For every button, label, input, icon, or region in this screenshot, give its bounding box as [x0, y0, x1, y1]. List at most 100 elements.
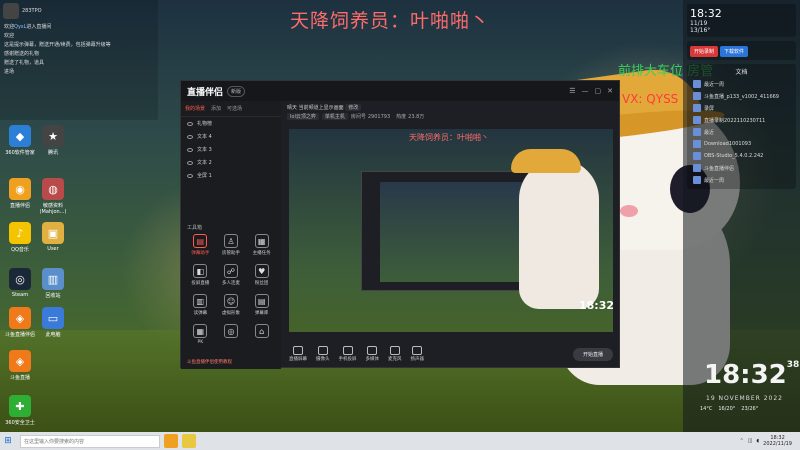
taskbar-app-icon[interactable]	[182, 434, 196, 448]
file-icon	[693, 80, 701, 88]
tray-volume-icon[interactable]: ◖	[757, 438, 760, 444]
desktop-icon[interactable]: ▭ 此电脑	[36, 307, 70, 338]
tool-button[interactable]: ◎	[216, 324, 247, 345]
file-item[interactable]: 最近一周	[690, 174, 793, 186]
taskbar-clock[interactable]: 18:32 2022/11/19	[763, 435, 792, 447]
control-button[interactable]: 手机投屏	[339, 346, 357, 362]
tool-button[interactable]: ☺ 虚拟形象	[216, 294, 247, 316]
scene-layer[interactable]: 礼物榜	[181, 117, 281, 130]
taskbar-search-input[interactable]: 在这里输入你要搜索的内容	[20, 434, 160, 448]
tool-button[interactable]: ⌂	[246, 324, 277, 345]
control-button[interactable]: 多媒体	[365, 346, 380, 362]
stat-label: 房间号	[350, 114, 366, 120]
windows-start-icon[interactable]: ⊞	[0, 433, 16, 449]
file-icon	[693, 140, 701, 148]
file-item[interactable]: 录屏	[690, 102, 793, 114]
control-button[interactable]: 麦克风	[388, 346, 402, 362]
stream-preview[interactable]: 天降饲养员：叶啪啪丶 18:32	[289, 129, 613, 332]
control-label: 直播屏幕	[289, 357, 307, 362]
category-tag[interactable]: lol云顶之弈	[287, 113, 319, 120]
tray-chevron-icon[interactable]: ⌃	[740, 438, 744, 444]
tool-button[interactable]: ☍ 多人连麦	[216, 264, 247, 286]
file-item[interactable]: 斗鱼直播_p133_v1002_411669	[690, 90, 793, 102]
scene-layer[interactable]: 全屏 1	[181, 169, 281, 182]
file-name: 直播录制2022110230711	[704, 117, 766, 124]
control-bar: 直播屏幕 摄像头 手机投屏 多媒体 麦克风 扬声器 开始直播	[281, 339, 621, 369]
file-item[interactable]: 直播录制2022110230711	[690, 114, 793, 126]
secondary-action-button[interactable]: 下载软件	[719, 46, 748, 57]
file-icon	[693, 152, 701, 160]
primary-action-button[interactable]: 开始录制	[690, 46, 719, 57]
tool-button[interactable]: ♙ 房管助手	[216, 234, 247, 256]
eye-icon[interactable]	[187, 160, 193, 165]
control-icon	[293, 346, 303, 355]
go-live-button[interactable]: 开始直播	[572, 347, 613, 361]
desktop-icon[interactable]: ◉ 直播伴侣	[3, 178, 37, 209]
control-label: 多媒体	[365, 357, 380, 362]
desktop-icon[interactable]: ♪ QQ音乐	[3, 222, 37, 253]
minimize-icon[interactable]: —	[582, 87, 589, 95]
file-item[interactable]: 斗鱼直播伴侣	[690, 162, 793, 174]
file-name: 斗鱼直播_p133_v1002_411669	[704, 93, 779, 100]
file-name: Download1001093	[704, 141, 752, 147]
desktop-icon[interactable]: ◆ 360软件管家	[3, 125, 37, 156]
tool-button[interactable]: ▤ 弹幕助手	[185, 234, 216, 256]
version-badge[interactable]: 新版	[227, 85, 246, 97]
desktop-icon[interactable]: ▥ 回收站	[36, 268, 70, 299]
desktop-icon[interactable]: ◈ 斗鱼直播	[3, 350, 37, 381]
menu-icon[interactable]: ☰	[569, 87, 575, 95]
tray-network-icon[interactable]: ◫	[748, 438, 753, 444]
desktop-icon[interactable]: ◈ 斗鱼直播伴侣	[3, 307, 37, 338]
chat-line-text: 这是提示弹幕，赠送开通/续费，包括弹幕升级等	[4, 42, 111, 48]
tool-button[interactable]: ♥ 粉丝团	[246, 264, 277, 286]
scene-layer[interactable]: 文本 2	[181, 156, 281, 169]
edit-button[interactable]: 修改	[345, 104, 362, 111]
vx-watermark: VX: QYSS	[622, 92, 679, 106]
weather-strip: 14°C 16/20° 23/26°	[700, 406, 758, 412]
desktop-icon[interactable]: ★ 腾讯	[36, 125, 70, 156]
tool-button[interactable]: ◧ 投屏直播	[185, 264, 216, 286]
file-item[interactable]: Download1001093	[690, 138, 793, 150]
file-icon	[693, 164, 701, 172]
layer-label: 礼物榜	[197, 121, 213, 127]
taskbar-app-icon[interactable]	[164, 434, 178, 448]
eye-icon[interactable]	[187, 173, 193, 178]
taskbar: ⊞ 在这里输入你要搜索的内容 ⌃ ◫ ◖ 18:32 2022/11/19	[0, 432, 800, 450]
tool-button[interactable]: ▦ 主播任务	[246, 234, 277, 256]
tool-button[interactable]: ▤ 弹幕库	[246, 294, 277, 316]
desktop-icon[interactable]: ◎ Steam	[3, 268, 37, 298]
control-button[interactable]: 扬声器	[411, 346, 424, 362]
eye-icon[interactable]	[187, 147, 193, 152]
desktop-icon[interactable]: ◍ 敏感资料 (Mahjon...)	[36, 178, 70, 215]
tutorial-link[interactable]: 斗鱼直播伴侣使用教程	[187, 359, 232, 365]
file-name: 最近一周	[704, 81, 725, 88]
tool-icon: ♥	[254, 264, 269, 278]
maximize-icon[interactable]: ▢	[595, 87, 602, 95]
desktop-icon-label: User	[47, 246, 59, 252]
app-icon: ◎	[9, 268, 31, 290]
chat-header: 283TPO	[22, 8, 42, 14]
sidebar-tab[interactable]: 可选场	[227, 105, 242, 112]
file-item[interactable]: 最近一周	[690, 78, 793, 90]
preview-cat	[519, 159, 599, 309]
scene-layer[interactable]: 文本 4	[181, 130, 281, 143]
chat-line-text: 赠送了礼物，道具	[4, 60, 45, 66]
desktop-icon[interactable]: ▣ User	[36, 222, 70, 252]
chat-line-tail: 进入直播间	[26, 24, 52, 30]
control-button[interactable]: 直播屏幕	[289, 346, 307, 362]
file-item[interactable]: 最近	[690, 126, 793, 138]
desktop-icon-label: 斗鱼直播	[9, 375, 30, 381]
control-button[interactable]: 摄像头	[316, 346, 330, 362]
chat-line-text: 欢迎	[4, 33, 15, 39]
scene-layer[interactable]: 文本 3	[181, 143, 281, 156]
desktop-icon[interactable]: ✚ 360安全卫士	[3, 395, 37, 426]
eye-icon[interactable]	[187, 121, 193, 126]
sidebar-tab[interactable]: 添加	[211, 105, 221, 112]
sidebar-tab[interactable]: 我的场景	[185, 105, 205, 112]
close-icon[interactable]: ✕	[607, 87, 613, 95]
tool-button[interactable]: ▥ 读弹幕	[185, 294, 216, 316]
file-item[interactable]: OBS-Studio_5.4.0.2.242	[690, 150, 793, 162]
eye-icon[interactable]	[187, 134, 193, 139]
tool-button[interactable]: ▦ PK	[185, 324, 216, 345]
category-tag[interactable]: 单机主机	[321, 113, 348, 120]
